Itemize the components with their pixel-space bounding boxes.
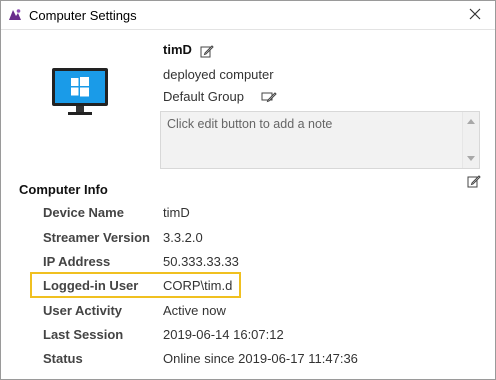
- scroll-up-icon[interactable]: [467, 119, 475, 124]
- info-label-device-name: Device Name: [43, 205, 124, 220]
- info-label-user-activity: User Activity: [43, 303, 122, 318]
- info-value-user-activity: Active now: [163, 303, 226, 318]
- info-value-device-name: timD: [163, 205, 190, 220]
- computer-name: timD: [163, 42, 192, 57]
- computer-group: Default Group: [163, 89, 244, 104]
- info-value-status: Online since 2019-06-17 11:47:36: [163, 351, 358, 366]
- info-label-last-session: Last Session: [43, 327, 124, 342]
- info-label-ip-address: IP Address: [43, 254, 111, 269]
- info-value-ip-address: 50.333.33.33: [163, 254, 239, 269]
- scroll-down-icon[interactable]: [467, 156, 475, 161]
- windows-monitor-icon: [51, 67, 111, 120]
- close-button[interactable]: [463, 5, 487, 25]
- info-label-status: Status: [43, 351, 83, 366]
- computer-info-title: Computer Info: [19, 182, 108, 197]
- window-title: Computer Settings: [29, 8, 137, 23]
- note-placeholder: Click edit button to add a note: [167, 117, 333, 131]
- title-bar: Computer Settings: [1, 1, 495, 30]
- info-label-streamer-version: Streamer Version: [43, 230, 150, 245]
- note-textarea[interactable]: Click edit button to add a note: [160, 111, 480, 169]
- info-value-streamer-version: 3.3.2.0: [163, 230, 203, 245]
- edit-group-icon[interactable]: [261, 90, 277, 104]
- close-icon: [469, 8, 481, 20]
- info-label-logged-in-user: Logged-in User: [43, 278, 139, 293]
- info-value-logged-in-user: CORP\tim.d: [163, 278, 233, 293]
- computer-description: deployed computer: [163, 67, 274, 82]
- computer-settings-window: Computer Settings timD deployed computer…: [0, 0, 496, 380]
- edit-name-icon[interactable]: [200, 44, 214, 58]
- app-logo-icon: [7, 7, 23, 23]
- info-value-last-session: 2019-06-14 16:07:12: [163, 327, 284, 342]
- note-scrollbar[interactable]: [462, 112, 479, 168]
- edit-note-icon[interactable]: [467, 174, 481, 188]
